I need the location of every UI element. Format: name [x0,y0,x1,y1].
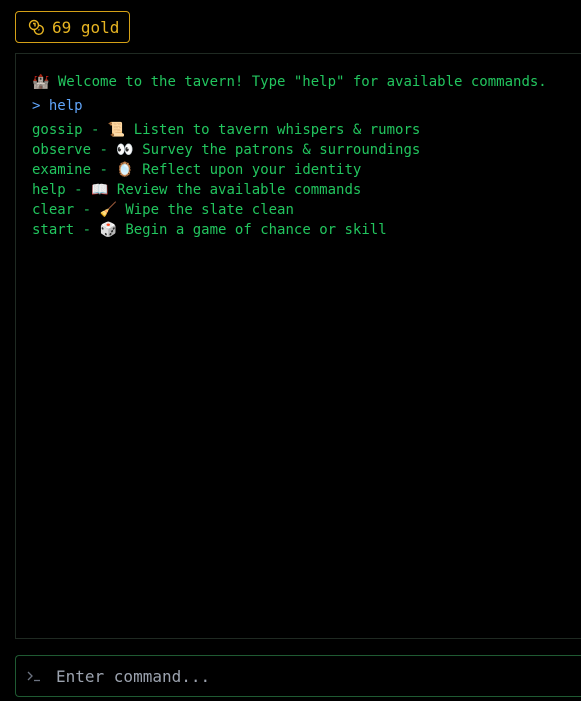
eyes-icon: 👀 [116,142,134,158]
book-icon: 📖 [91,182,109,198]
mirror-icon: 🪞 [116,162,134,178]
command-bar[interactable] [15,655,581,697]
terminal-output: 🏰 Welcome to the tavern! Type "help" for… [15,53,581,639]
command-name: observe [32,142,92,158]
command-separator: - [74,202,100,218]
coins-icon [28,19,44,35]
command-list: gossip - 📜 Listen to tavern whispers & r… [32,120,581,240]
terminal-prompt-icon [26,668,42,684]
command-description: Begin a game of chance or skill [125,222,387,238]
command-row-examine: examine - 🪞 Reflect upon your identity [32,160,581,180]
command-separator: - [82,122,108,138]
command-separator: - [91,162,117,178]
command-echo: > help [32,98,83,114]
command-description: Wipe the slate clean [125,202,294,218]
command-name: gossip [32,122,83,138]
command-separator: - [91,142,117,158]
command-description: Survey the patrons & surroundings [142,142,421,158]
command-name: help [32,182,66,198]
gold-counter: 69 gold [15,11,130,43]
command-description: Reflect upon your identity [142,162,362,178]
welcome-message: 🏰 Welcome to the tavern! Type "help" for… [32,74,547,90]
dice-icon: 🎲 [99,222,117,238]
command-row-start: start - 🎲 Begin a game of chance or skil… [32,220,581,240]
command-separator: - [74,222,100,238]
castle-icon: 🏰 [32,74,50,90]
command-row-help: help - 📖 Review the available commands [32,180,581,200]
command-name: start [32,222,75,238]
command-row-observe: observe - 👀 Survey the patrons & surroun… [32,140,581,160]
broom-icon: 🧹 [99,202,117,218]
command-row-clear: clear - 🧹 Wipe the slate clean [32,200,581,220]
command-name: clear [32,202,75,218]
command-row-gossip: gossip - 📜 Listen to tavern whispers & r… [32,120,581,140]
gold-amount: 69 gold [52,17,120,37]
command-separator: - [65,182,92,198]
scroll-icon: 📜 [107,122,126,138]
command-description: Listen to tavern whispers & rumors [133,122,421,138]
command-input[interactable] [56,666,581,686]
command-name: examine [32,162,92,178]
command-description: Review the available commands [116,182,362,198]
